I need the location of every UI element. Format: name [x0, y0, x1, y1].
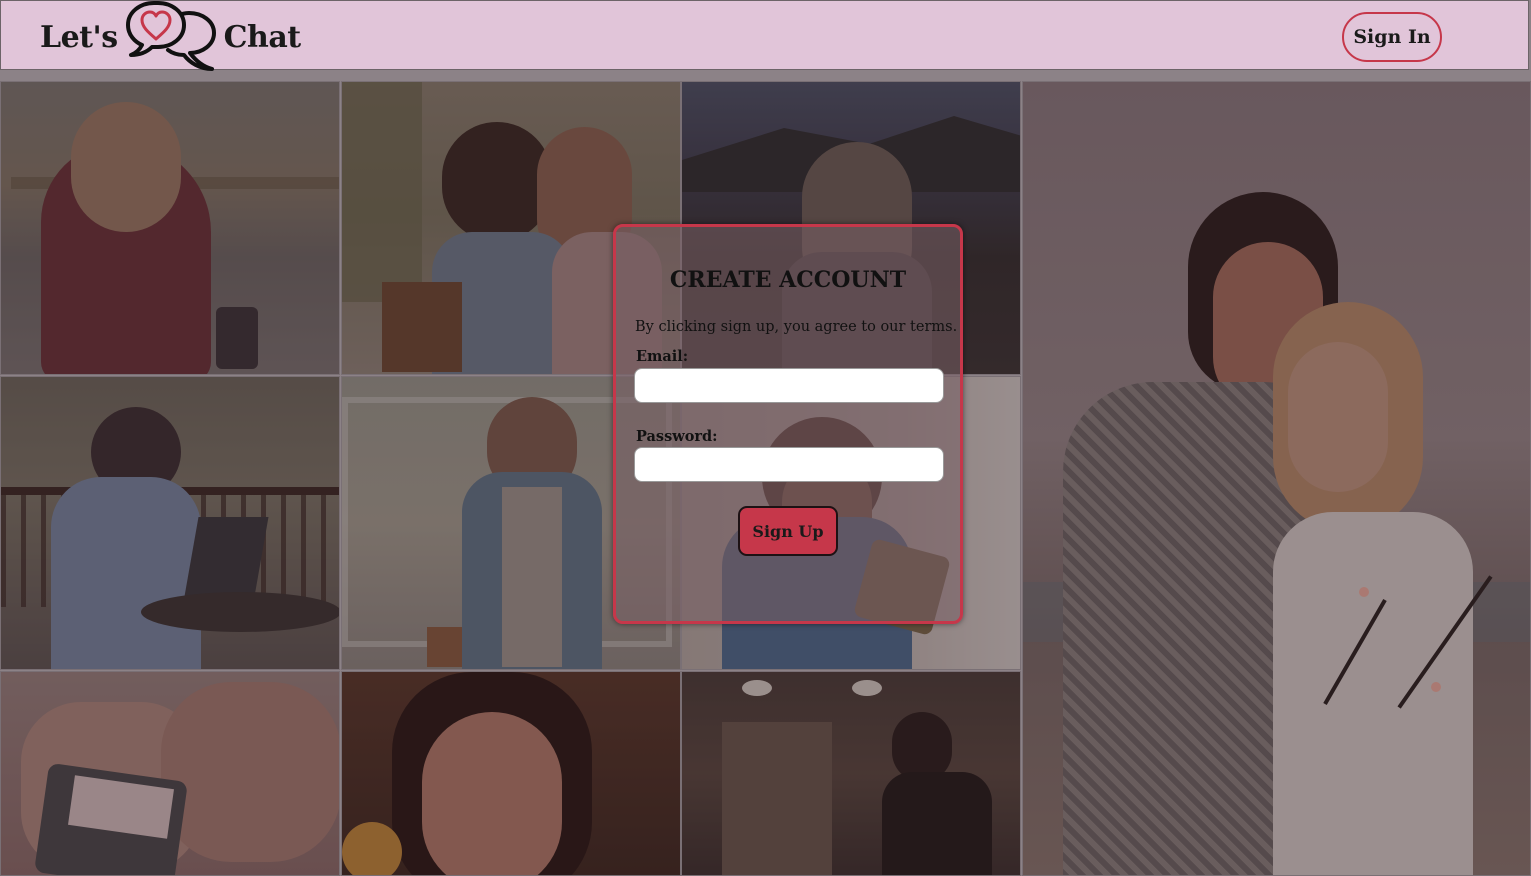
- password-field[interactable]: [634, 447, 944, 482]
- app-logo[interactable]: Let's Chat: [40, 1, 301, 73]
- photo-person-with-phone-at-station: [0, 81, 340, 375]
- password-label: Password:: [636, 428, 718, 445]
- modal-title: CREATE ACCOUNT: [669, 267, 907, 293]
- photo-man-with-phone-in-cafe: [681, 671, 1021, 876]
- create-account-modal: CREATE ACCOUNT By clicking sign up, you …: [613, 224, 963, 624]
- chat-bubbles-heart-icon: [125, 1, 216, 71]
- email-label: Email:: [636, 348, 689, 365]
- logo-text-right: Chat: [223, 19, 301, 55]
- sign-in-button[interactable]: Sign In: [1342, 12, 1442, 62]
- top-navbar: Let's Chat Sign In: [0, 0, 1529, 73]
- photo-hands-holding-phone: [0, 671, 340, 876]
- sign-up-button[interactable]: Sign Up: [738, 506, 838, 556]
- email-field[interactable]: [634, 368, 944, 403]
- page: Let's Chat Sign In CREATE ACCOUNT By cli…: [0, 0, 1531, 876]
- logo-text-left: Let's: [40, 19, 118, 55]
- photo-couple-with-sparklers-on-beach: [1022, 81, 1531, 876]
- photo-man-with-laptop-on-porch: [0, 376, 340, 670]
- photo-girl-lit-by-phone-screen: [341, 671, 681, 876]
- terms-text: By clicking sign up, you agree to our te…: [635, 319, 958, 335]
